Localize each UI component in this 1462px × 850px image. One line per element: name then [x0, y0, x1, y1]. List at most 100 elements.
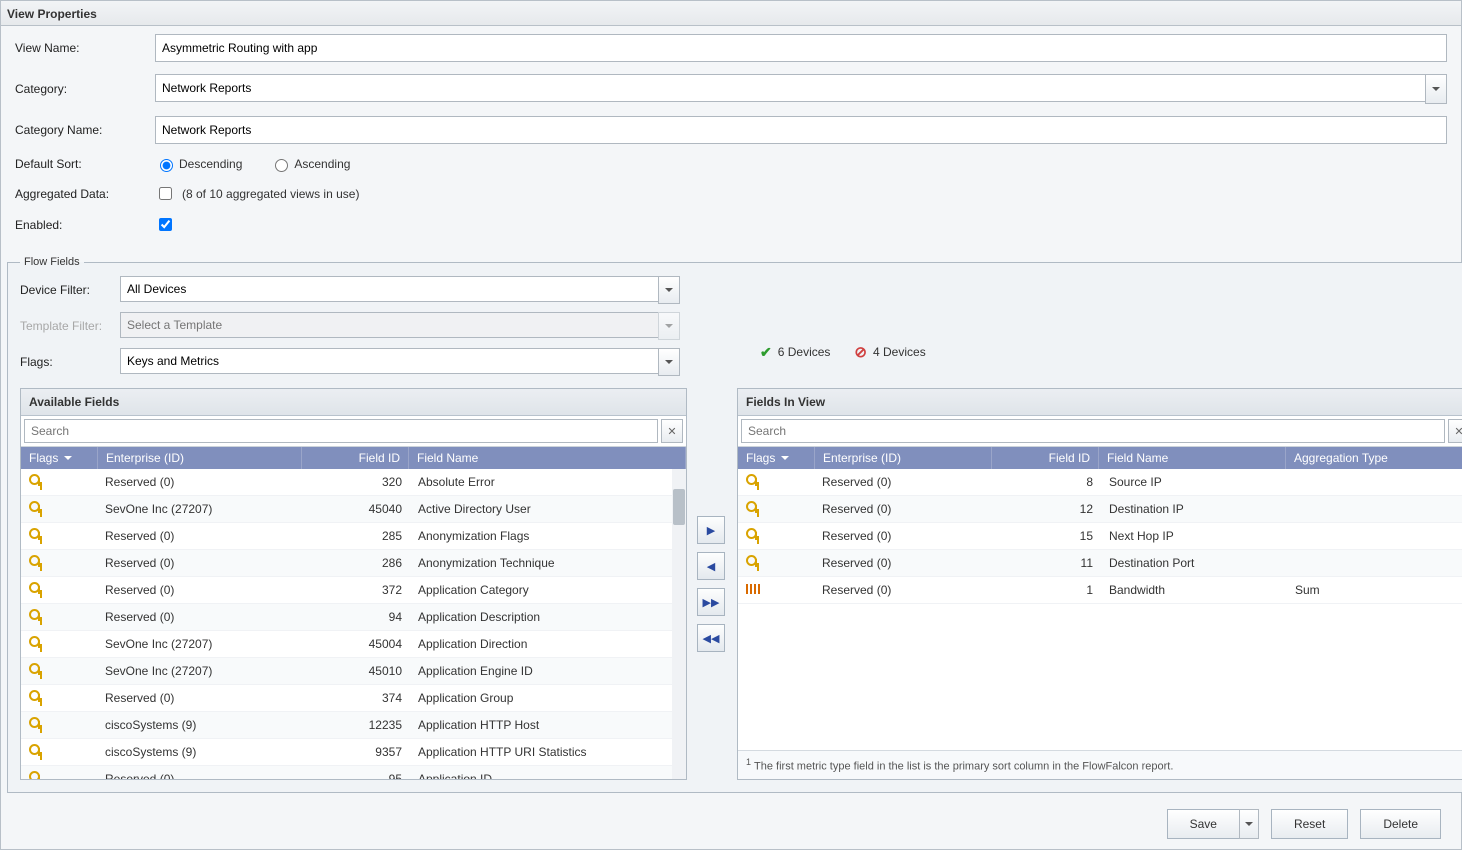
available-search-input[interactable]	[24, 419, 658, 443]
cell-field-id: 12235	[304, 718, 410, 732]
cell-flag	[21, 609, 97, 626]
chevron-down-icon[interactable]	[658, 348, 680, 376]
panel-title: View Properties	[1, 1, 1461, 26]
inview-search-input[interactable]	[741, 419, 1445, 443]
col-enterprise[interactable]: Enterprise (ID)	[815, 447, 992, 469]
chevron-down-icon[interactable]	[658, 276, 680, 304]
template-filter-dropdown	[120, 312, 680, 340]
available-fields-list: Available Fields ✕ Flags Enterprise (ID)…	[20, 388, 687, 780]
key-icon	[29, 636, 43, 650]
device-filter-dropdown[interactable]	[120, 276, 680, 304]
enabled-checkbox-input[interactable]	[159, 218, 172, 231]
cell-flag	[21, 690, 97, 707]
sort-descending-radio[interactable]: Descending	[155, 156, 242, 172]
cell-field-name: Active Directory User	[410, 502, 686, 516]
table-row[interactable]: Reserved (0)94Application Description	[21, 604, 686, 631]
table-row[interactable]: Reserved (0)320Absolute Error	[21, 469, 686, 496]
inview-table-body[interactable]: Reserved (0)8Source IPReserved (0)12Dest…	[738, 469, 1462, 750]
cell-field-name: Destination IP	[1101, 502, 1287, 516]
category-name-input[interactable]	[155, 116, 1447, 144]
cell-field-name: Next Hop IP	[1101, 529, 1287, 543]
aggregated-checkbox-input[interactable]	[159, 187, 172, 200]
col-field-id[interactable]: Field ID	[992, 447, 1099, 469]
check-icon: ✔	[760, 344, 772, 361]
table-row[interactable]: Reserved (0)285Anonymization Flags	[21, 523, 686, 550]
save-button[interactable]: Save	[1167, 809, 1239, 839]
table-row[interactable]: Reserved (0)286Anonymization Technique	[21, 550, 686, 577]
key-icon	[746, 555, 760, 569]
col-flags[interactable]: Flags	[738, 447, 815, 469]
move-all-left-button[interactable]: ◀◀	[697, 624, 725, 652]
category-input[interactable]	[155, 74, 1425, 102]
move-left-button[interactable]: ◀	[697, 552, 725, 580]
chevron-down-icon[interactable]	[1425, 74, 1447, 104]
table-row[interactable]: ciscoSystems (9)12235Application HTTP Ho…	[21, 712, 686, 739]
cell-field-name: Application Direction	[410, 637, 686, 651]
col-aggregation[interactable]: Aggregation Type	[1286, 447, 1462, 469]
cell-field-id: 8	[995, 475, 1101, 489]
reset-button[interactable]: Reset	[1271, 809, 1348, 839]
flags-input[interactable]	[120, 348, 658, 374]
category-dropdown[interactable]	[155, 74, 1447, 104]
metric-icon	[746, 584, 760, 594]
sort-ascending-radio[interactable]: Ascending	[270, 156, 350, 172]
col-enterprise[interactable]: Enterprise (ID)	[98, 447, 302, 469]
available-fields-header: Available Fields	[21, 389, 686, 416]
ascending-radio-input[interactable]	[275, 159, 288, 172]
descending-radio-input[interactable]	[160, 159, 173, 172]
table-row[interactable]: ciscoSystems (9)9357Application HTTP URI…	[21, 739, 686, 766]
move-all-right-button[interactable]: ▶▶	[697, 588, 725, 616]
table-row[interactable]: Reserved (0)11Destination Port	[738, 550, 1462, 577]
table-row[interactable]: Reserved (0)12Destination IP	[738, 496, 1462, 523]
table-row[interactable]: Reserved (0)15Next Hop IP	[738, 523, 1462, 550]
table-row[interactable]: Reserved (0)1BandwidthSum	[738, 577, 1462, 604]
available-table-body[interactable]: Reserved (0)320Absolute ErrorSevOne Inc …	[21, 469, 686, 779]
scrollbar-thumb[interactable]	[673, 489, 685, 525]
delete-button[interactable]: Delete	[1360, 809, 1441, 839]
template-filter-input	[120, 312, 658, 338]
table-row[interactable]: Reserved (0)8Source IP	[738, 469, 1462, 496]
col-field-id[interactable]: Field ID	[302, 447, 409, 469]
flags-dropdown[interactable]	[120, 348, 680, 376]
cell-flag	[21, 663, 97, 680]
footnote-text: The first metric type field in the list …	[754, 761, 1173, 773]
ascending-label: Ascending	[294, 157, 350, 171]
cell-field-id: 95	[304, 772, 410, 779]
cell-field-id: 285	[304, 529, 410, 543]
cell-enterprise: Reserved (0)	[97, 772, 304, 779]
key-icon	[746, 528, 760, 542]
table-row[interactable]: Reserved (0)372Application Category	[21, 577, 686, 604]
table-row[interactable]: SevOne Inc (27207)45040Active Directory …	[21, 496, 686, 523]
cell-field-name: Application Group	[410, 691, 686, 705]
label-view-name: View Name:	[15, 41, 155, 55]
view-name-input[interactable]	[155, 34, 1447, 62]
table-row[interactable]: SevOne Inc (27207)45004Application Direc…	[21, 631, 686, 658]
cell-field-id: 9357	[304, 745, 410, 759]
col-flags[interactable]: Flags	[21, 447, 98, 469]
enabled-checkbox[interactable]	[155, 215, 182, 234]
label-device-filter: Device Filter:	[20, 283, 120, 297]
col-field-name[interactable]: Field Name	[1099, 447, 1286, 469]
chevron-down-icon[interactable]	[1239, 809, 1259, 839]
scrollbar[interactable]	[672, 469, 686, 779]
cell-field-name: Application Category	[410, 583, 686, 597]
col-field-name[interactable]: Field Name	[409, 447, 686, 469]
table-row[interactable]: Reserved (0)374Application Group	[21, 685, 686, 712]
save-split-button[interactable]: Save	[1167, 809, 1259, 839]
cell-field-name: Absolute Error	[410, 475, 686, 489]
clear-search-button[interactable]: ✕	[1448, 419, 1462, 443]
cell-field-name: Anonymization Flags	[410, 529, 686, 543]
table-row[interactable]: SevOne Inc (27207)45010Application Engin…	[21, 658, 686, 685]
cell-aggregation: Sum	[1287, 583, 1462, 597]
table-row[interactable]: Reserved (0)95Application ID	[21, 766, 686, 779]
label-category-name: Category Name:	[15, 123, 155, 137]
cell-enterprise: Reserved (0)	[97, 583, 304, 597]
move-right-button[interactable]: ▶	[697, 516, 725, 544]
devices-ok-text: 6 Devices	[778, 345, 831, 359]
cell-field-id: 11	[995, 556, 1101, 570]
clear-search-button[interactable]: ✕	[661, 419, 683, 443]
aggregated-checkbox[interactable]: (8 of 10 aggregated views in use)	[155, 184, 359, 203]
cell-enterprise: Reserved (0)	[97, 556, 304, 570]
cell-flag	[738, 555, 814, 572]
device-filter-input[interactable]	[120, 276, 658, 302]
